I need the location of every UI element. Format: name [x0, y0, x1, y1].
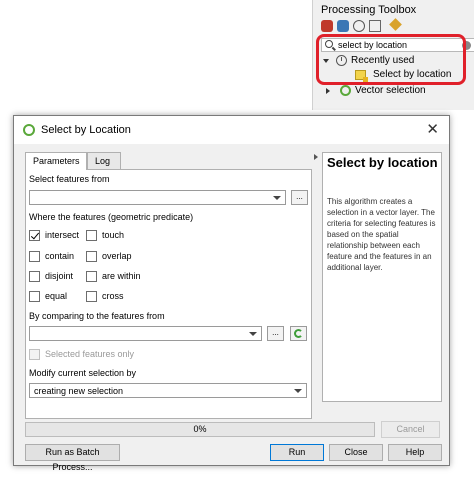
- checkbox-label: disjoint: [45, 271, 74, 281]
- checkbox-label: touch: [102, 230, 125, 240]
- history-icon[interactable]: [353, 20, 365, 32]
- checkbox-disjoint[interactable]: [29, 271, 40, 282]
- checkbox-selected-only[interactable]: [29, 349, 40, 360]
- toolbox-toolbar: [321, 18, 402, 34]
- cancel-button[interactable]: Cancel: [381, 421, 440, 438]
- checkbox-label: cross: [102, 291, 124, 301]
- close-icon[interactable]: ✕: [426, 122, 439, 137]
- checkbox-equal[interactable]: [29, 291, 40, 302]
- progress-bar: 0%: [25, 422, 375, 437]
- options-icon[interactable]: [389, 18, 402, 31]
- help-panel: Select by location This algorithm create…: [322, 152, 442, 402]
- dialog-title: Select by Location: [41, 124, 131, 136]
- iterate-button[interactable]: [290, 326, 307, 341]
- run-button[interactable]: Run: [270, 444, 324, 461]
- help-button[interactable]: Help: [388, 444, 442, 461]
- tab-log[interactable]: Log: [87, 152, 121, 169]
- checkbox-label: overlap: [102, 251, 132, 261]
- help-title: Select by location: [327, 155, 438, 170]
- close-button[interactable]: Close: [329, 444, 383, 461]
- qgis-logo-icon: [340, 85, 351, 96]
- toolbox-title: Processing Toolbox: [321, 4, 417, 16]
- run-batch-button[interactable]: Run as Batch Process...: [25, 444, 120, 472]
- modify-selection-combo[interactable]: creating new selection: [29, 383, 307, 398]
- checkbox-label: are within: [102, 271, 141, 281]
- results-icon[interactable]: [369, 20, 381, 32]
- modify-selection-label: Modify current selection by: [29, 368, 137, 378]
- browse-intersect-button[interactable]: ...: [267, 326, 284, 341]
- tab-parameters[interactable]: Parameters: [25, 152, 87, 170]
- combo-value: creating new selection: [34, 386, 124, 396]
- checkbox-label: contain: [45, 251, 75, 261]
- chevron-down-icon: [273, 196, 281, 200]
- chevron-down-icon: [294, 389, 302, 393]
- progress-text: 0%: [193, 424, 207, 434]
- checkbox-cross[interactable]: [86, 291, 97, 302]
- help-description: This algorithm creates a selection in a …: [327, 197, 436, 272]
- checkbox-intersect[interactable]: [29, 230, 40, 241]
- checkbox-are-within[interactable]: [86, 271, 97, 282]
- tree-item-label: Vector selection: [355, 85, 426, 96]
- highlight-annotation: [316, 34, 466, 85]
- refresh-icon: [294, 329, 303, 338]
- dialog-titlebar[interactable]: Select by Location ✕: [14, 116, 449, 144]
- browse-input-button[interactable]: ...: [291, 190, 308, 205]
- tab-container: Parameters Log Select features from ... …: [25, 152, 312, 419]
- collapse-arrow-icon[interactable]: [326, 87, 330, 94]
- checkbox-label: equal: [45, 291, 68, 301]
- qgis-logo-icon: [23, 124, 35, 136]
- checkbox-overlap[interactable]: [86, 251, 97, 262]
- checkbox-touch[interactable]: [86, 230, 97, 241]
- comparing-label: By comparing to the features from: [29, 311, 165, 321]
- select-features-from-label: Select features from: [29, 174, 110, 184]
- python-icon[interactable]: [337, 20, 349, 32]
- predicate-label: Where the features (geometric predicate): [29, 212, 194, 222]
- checkbox-contain[interactable]: [29, 251, 40, 262]
- select-features-from-combo[interactable]: [29, 190, 286, 205]
- models-icon[interactable]: [321, 20, 333, 32]
- tree-item-vector-selection[interactable]: Vector selection: [326, 85, 426, 96]
- selected-only-label: Selected features only: [45, 349, 135, 359]
- checkbox-label: intersect: [45, 230, 80, 240]
- collapse-help-icon[interactable]: [314, 154, 318, 160]
- parameters-panel: Select features from ... Where the featu…: [25, 169, 312, 419]
- select-by-location-dialog: Select by Location ✕ Parameters Log Sele…: [13, 115, 450, 472]
- comparing-features-combo[interactable]: [29, 326, 262, 341]
- chevron-down-icon: [249, 332, 257, 336]
